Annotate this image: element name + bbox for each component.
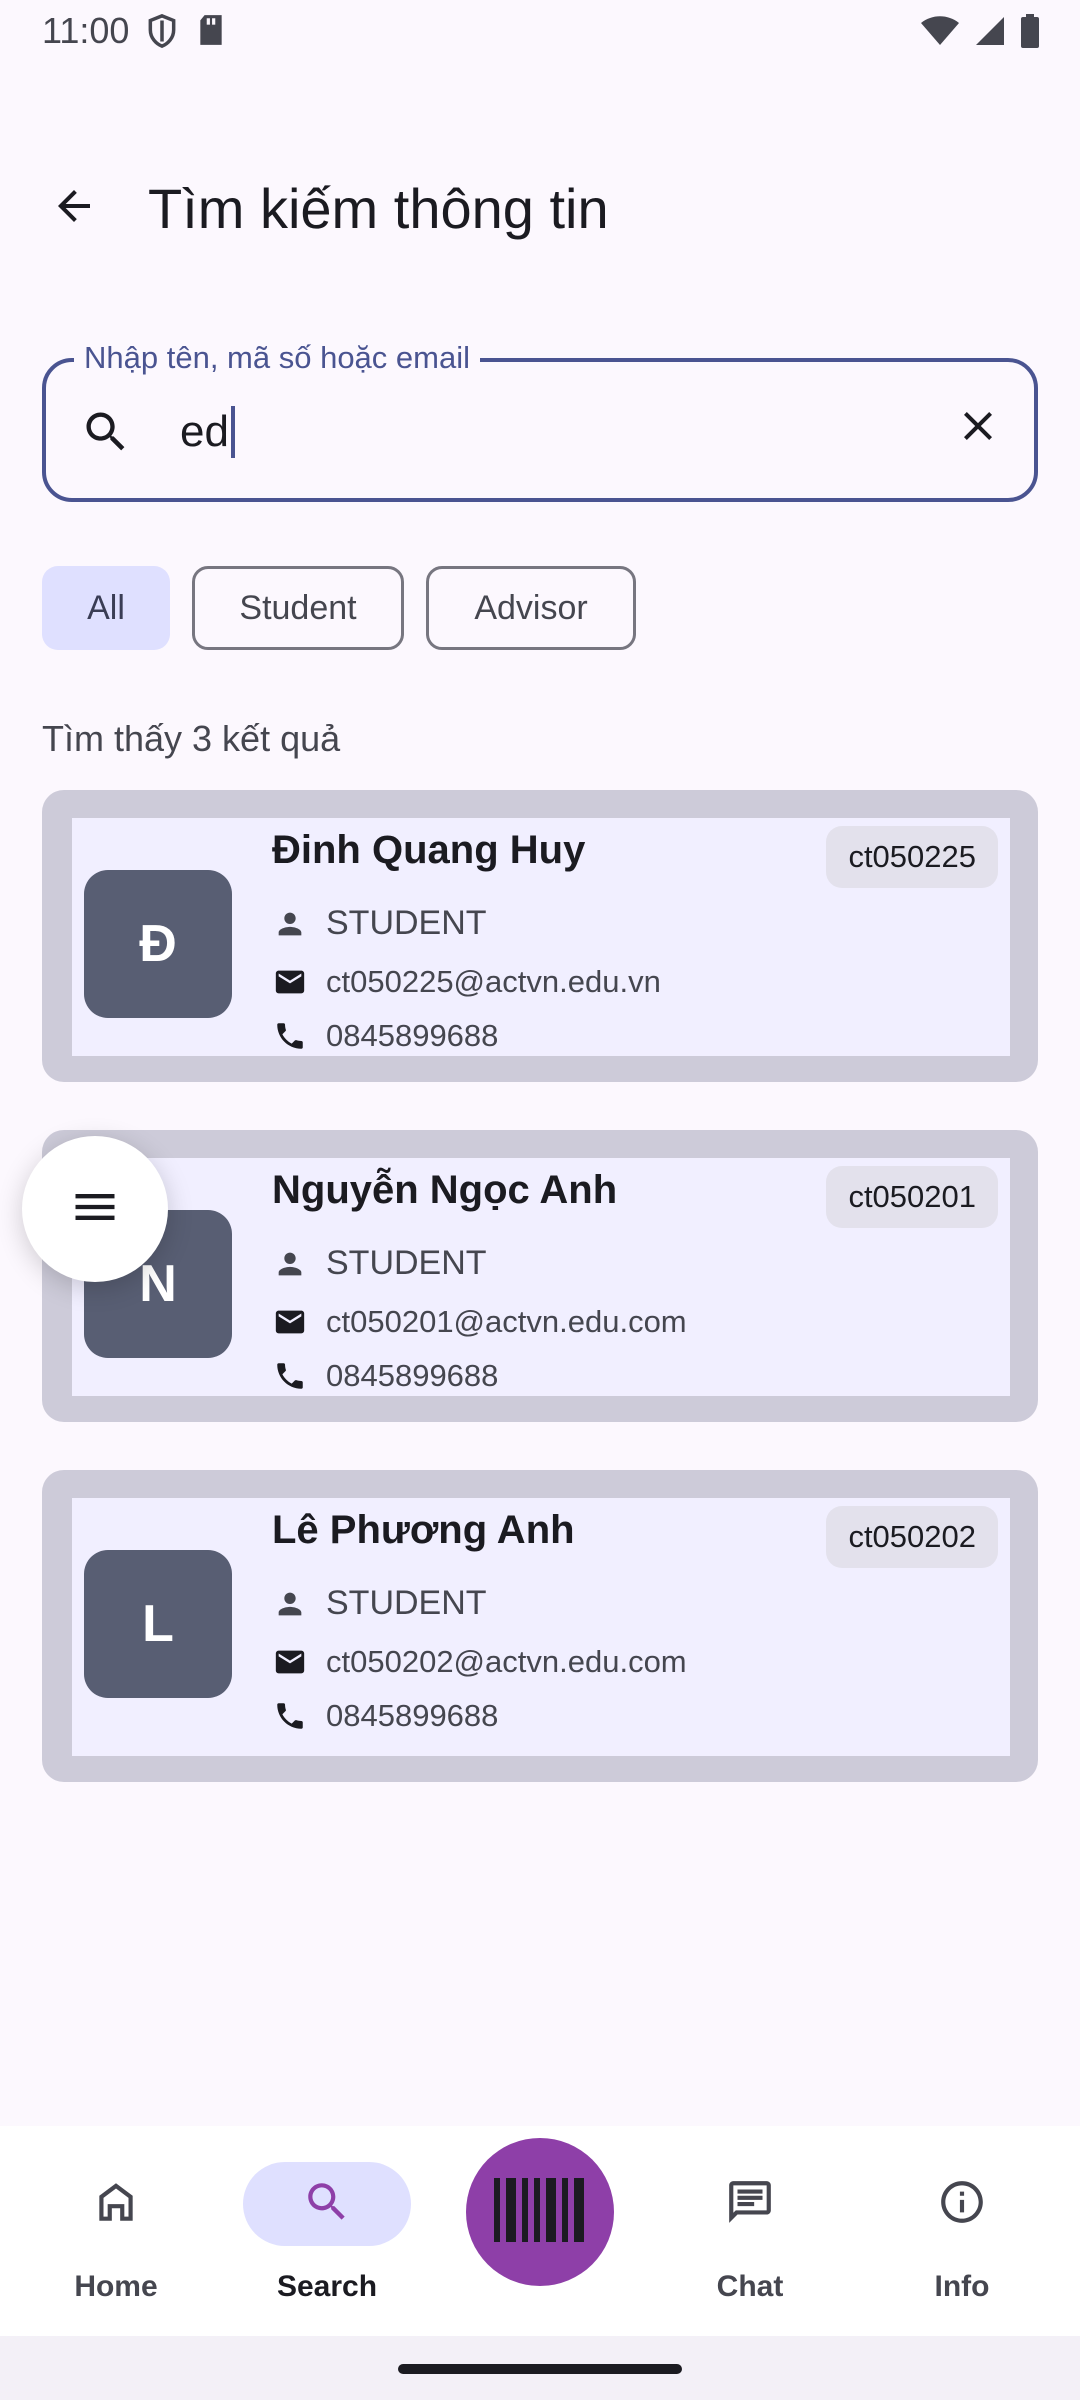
result-card-content: N Nguyễn Ngọc Anh ct050201 STUDENT ct050…	[72, 1158, 1010, 1396]
nav-chat-indicator	[666, 2162, 834, 2246]
wifi-icon	[920, 15, 960, 52]
avatar: L	[84, 1550, 232, 1698]
email-row: ct050201@actvn.edu.com	[272, 1304, 687, 1340]
menu-fab-button[interactable]	[22, 1136, 168, 1282]
home-indicator[interactable]	[398, 2364, 682, 2374]
phone-row: 0845899688	[272, 1698, 498, 1734]
role-row: STUDENT	[272, 1244, 487, 1283]
code-badge: ct050201	[826, 1166, 998, 1228]
battery-icon	[1020, 14, 1040, 53]
close-icon	[954, 402, 1002, 455]
mail-icon	[272, 1304, 308, 1340]
chip-advisor[interactable]: Advisor	[426, 566, 636, 650]
text-caret	[230, 406, 235, 458]
result-count: Tìm thấy 3 kết quả	[42, 718, 341, 759]
filter-chips: All Student Advisor	[42, 566, 636, 650]
email-text: ct050225@actvn.edu.vn	[326, 964, 661, 999]
nav-chat-label: Chat	[716, 2270, 784, 2303]
scan-button[interactable]	[466, 2138, 614, 2286]
phone-icon	[272, 1018, 308, 1054]
email-row: ct050202@actvn.edu.com	[272, 1644, 687, 1680]
nav-search-label: Search	[276, 2270, 378, 2303]
nav-chat[interactable]: Chat	[665, 2162, 835, 2304]
role-text: STUDENT	[326, 1244, 487, 1282]
phone-text: 0845899688	[326, 1358, 499, 1393]
bottom-navigation: Home Search Chat Info	[0, 2126, 1080, 2336]
status-icons-left	[148, 13, 224, 53]
code-badge: ct050225	[826, 826, 998, 888]
menu-icon	[69, 1181, 121, 1238]
search-icon	[302, 2177, 352, 2232]
info-icon	[937, 2177, 987, 2232]
search-icon	[80, 406, 132, 463]
email-text: ct050201@actvn.edu.com	[326, 1304, 687, 1339]
sd-card-icon	[198, 14, 224, 53]
search-value[interactable]: ed	[180, 406, 235, 458]
search-text: ed	[180, 407, 229, 456]
chip-all[interactable]: All	[42, 566, 170, 650]
role-row: STUDENT	[272, 904, 487, 943]
cellular-icon	[974, 15, 1006, 52]
result-card[interactable]: L Lê Phương Anh ct050202 STUDENT ct05020…	[42, 1470, 1038, 1782]
home-icon	[91, 2177, 141, 2232]
role-row: STUDENT	[272, 1584, 487, 1623]
mail-icon	[272, 1644, 308, 1680]
chat-icon	[725, 2177, 775, 2232]
phone-text: 0845899688	[326, 1698, 499, 1733]
nav-info-label: Info	[934, 2270, 990, 2303]
shield-icon	[148, 13, 176, 53]
page-title: Tìm kiếm thông tin	[148, 177, 609, 240]
nav-info[interactable]: Info	[877, 2162, 1047, 2304]
nav-home-indicator	[32, 2162, 200, 2246]
nav-info-indicator	[878, 2162, 1046, 2246]
phone-text: 0845899688	[326, 1018, 499, 1053]
email-text: ct050202@actvn.edu.com	[326, 1644, 687, 1679]
chip-student[interactable]: Student	[192, 566, 404, 650]
clear-search-button[interactable]	[948, 398, 1008, 458]
person-name: Lê Phương Anh	[272, 1508, 575, 1552]
email-row: ct050225@actvn.edu.vn	[272, 964, 661, 1000]
phone-icon	[272, 1358, 308, 1394]
nav-search[interactable]: Search	[242, 2162, 412, 2304]
nav-home-label: Home	[74, 2270, 158, 2303]
phone-row: 0845899688	[272, 1358, 498, 1394]
result-card[interactable]: N Nguyễn Ngọc Anh ct050201 STUDENT ct050…	[42, 1130, 1038, 1422]
result-card[interactable]: Đ Đinh Quang Huy ct050225 STUDENT ct0502…	[42, 790, 1038, 1082]
result-card-content: Đ Đinh Quang Huy ct050225 STUDENT ct0502…	[72, 818, 1010, 1056]
person-icon	[272, 1246, 308, 1282]
barcode-icon	[494, 2177, 586, 2247]
nav-home[interactable]: Home	[31, 2162, 201, 2304]
person-icon	[272, 1586, 308, 1622]
result-card-content: L Lê Phương Anh ct050202 STUDENT ct05020…	[72, 1498, 1010, 1756]
avatar: Đ	[84, 870, 232, 1018]
back-button[interactable]	[38, 172, 110, 244]
arrow-back-icon	[50, 182, 98, 235]
person-name: Đinh Quang Huy	[272, 828, 586, 872]
mail-icon	[272, 964, 308, 1000]
code-badge: ct050202	[826, 1506, 998, 1568]
nav-search-indicator	[243, 2162, 411, 2246]
person-name: Nguyễn Ngọc Anh	[272, 1168, 618, 1212]
person-icon	[272, 906, 308, 942]
role-text: STUDENT	[326, 1584, 487, 1622]
search-input[interactable]: ed	[42, 358, 1038, 502]
phone-icon	[272, 1698, 308, 1734]
status-time: 11:00	[42, 10, 130, 51]
status-icons-right	[920, 14, 1040, 53]
role-text: STUDENT	[326, 904, 487, 942]
search-field-label: Nhập tên, mã số hoặc email	[74, 340, 480, 376]
status-bar: 11:00	[0, 0, 1080, 62]
phone-row: 0845899688	[272, 1018, 498, 1054]
